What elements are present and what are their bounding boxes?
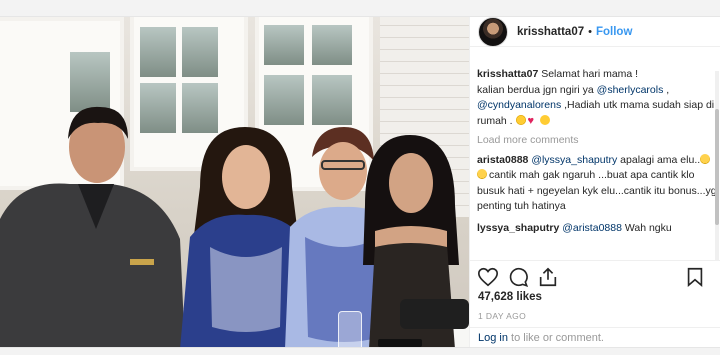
comment-username[interactable]: arista0888: [477, 154, 528, 166]
wine-glass: [338, 311, 362, 347]
drooling-emoji-icon: [477, 169, 487, 179]
comment-text-continued: cantik mah gak ngaruh ...buat apa cantik…: [477, 169, 717, 212]
caption-mention-1[interactable]: @sherlycarols: [597, 84, 664, 96]
phone: [378, 339, 422, 347]
heart-eyes-emoji-icon: [515, 114, 526, 125]
window-pane: [312, 25, 352, 65]
heart-icon[interactable]: [477, 266, 499, 288]
caption-mention-2[interactable]: @cyndyanalorens: [477, 99, 561, 111]
comments-list[interactable]: krisshatta07 Selamat hari mama ! kalian …: [470, 67, 720, 255]
scrollbar-thumb[interactable]: [715, 109, 719, 225]
login-prompt: Log in to like or comment.: [470, 327, 720, 349]
comment-icon[interactable]: [507, 266, 529, 288]
follow-button[interactable]: Follow: [596, 26, 632, 38]
person-man: [0, 106, 185, 347]
caption-line2-prefix: kalian berdua jgn ngiri ya: [477, 83, 597, 96]
caption-line2-suffix: ,: [663, 83, 670, 96]
caption-username[interactable]: krisshatta07: [477, 68, 538, 80]
comment-text: Wah ngku: [621, 221, 672, 234]
kiss-emoji-icon: [539, 114, 550, 125]
post-actions: 47,628 likes 1 DAY AGO Log in to like or…: [470, 260, 720, 348]
caption: krisshatta07 Selamat hari mama ! kalian …: [477, 67, 720, 129]
drooling-emoji-icon: [700, 153, 711, 164]
login-link[interactable]: Log in: [478, 332, 508, 344]
comment-text: apalagi ama elu..: [617, 153, 701, 166]
comment-mention[interactable]: @lyssya_shaputry: [531, 154, 617, 166]
share-icon[interactable]: [537, 266, 559, 288]
window-pane: [264, 75, 304, 125]
post-photo[interactable]: [0, 17, 469, 347]
caption-line1: Selamat hari mama !: [541, 68, 639, 80]
separator-dot: •: [588, 25, 592, 38]
comment-username[interactable]: lyssya_shaputry: [477, 222, 559, 234]
comment-item: lyssya_shaputry @arista0888 Wah ngku: [477, 221, 720, 237]
comment-item: arista0888 @lyssya_shaputry apalagi ama …: [477, 153, 720, 215]
login-prompt-text: to like or comment.: [507, 332, 604, 344]
window-pane: [264, 25, 304, 65]
post-time: 1 DAY AGO: [478, 311, 527, 321]
post-frame: krisshatta07 • Follow krisshatta07 Selam…: [0, 16, 720, 348]
window-pane: [182, 27, 218, 77]
avatar[interactable]: [478, 16, 508, 47]
window-pane: [312, 75, 352, 125]
red-heart-emoji-icon: ♥: [527, 114, 535, 127]
post-header: krisshatta07 • Follow: [470, 16, 720, 47]
likes-count[interactable]: 47,628 likes: [478, 291, 542, 303]
load-more-comments-button[interactable]: Load more comments: [477, 133, 720, 149]
handbag: [400, 299, 469, 329]
header-username[interactable]: krisshatta07: [517, 26, 584, 38]
post-sidebar: krisshatta07 • Follow krisshatta07 Selam…: [469, 16, 720, 348]
bookmark-icon[interactable]: [684, 266, 706, 288]
comments-scrollbar[interactable]: [714, 71, 720, 261]
comment-mention[interactable]: @arista0888: [562, 222, 622, 234]
window-pane: [140, 27, 176, 77]
